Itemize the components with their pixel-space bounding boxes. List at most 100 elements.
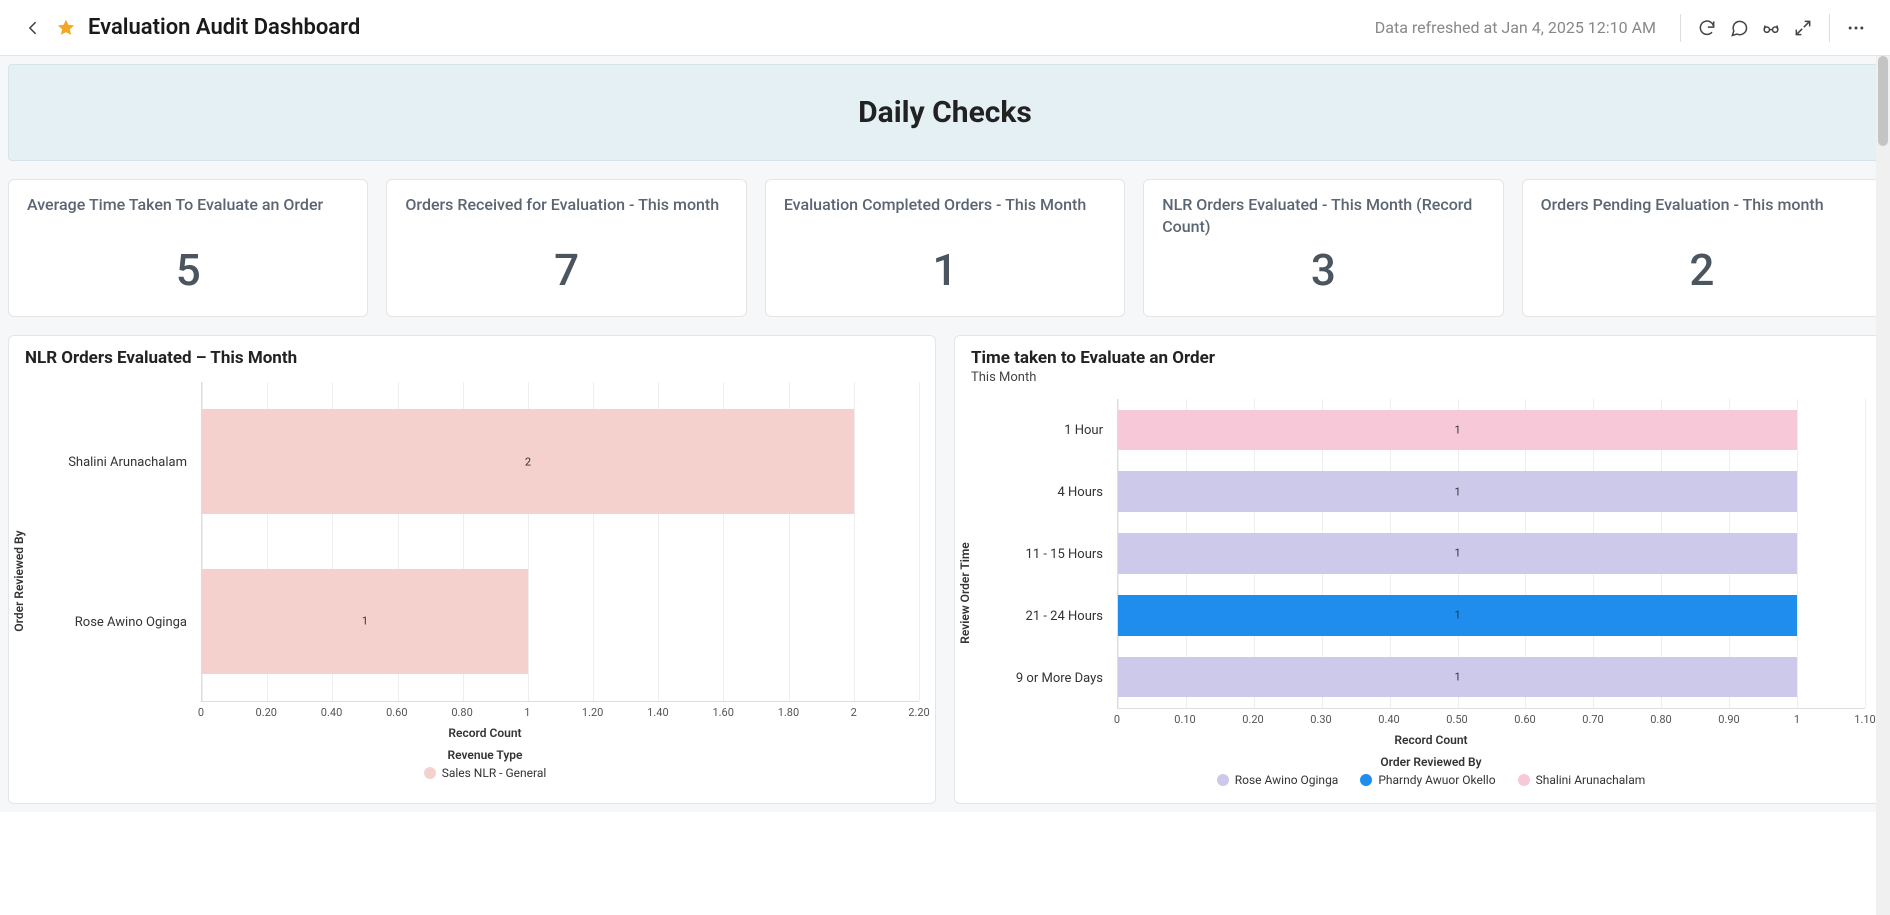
bar[interactable]: 2 [202,409,854,514]
chart-title: NLR Orders Evaluated – This Month [25,348,919,368]
legend-swatch [1518,774,1530,786]
comment-icon [1729,18,1749,38]
data-label: 1 [362,615,368,628]
x-tick-label: 1 [1794,713,1800,726]
data-label: 1 [1454,609,1460,622]
kpi-value: 3 [1162,244,1484,296]
y-axis-label: Order Reviewed By [12,530,26,631]
data-label: 1 [1454,671,1460,684]
legend-swatch [424,767,436,779]
kpi-card[interactable]: Orders Pending Evaluation - This month 2 [1522,179,1882,317]
refresh-button[interactable] [1691,12,1723,44]
plot-area: 21 [201,382,919,702]
y-axis-label: Review Order Time [958,542,972,644]
legend-item[interactable]: Shalini Arunachalam [1518,773,1646,787]
x-tick-label: 0.10 [1174,713,1195,726]
kpi-card[interactable]: NLR Orders Evaluated - This Month (Recor… [1143,179,1503,317]
comment-button[interactable] [1723,12,1755,44]
more-button[interactable] [1840,12,1872,44]
bar[interactable]: 1 [1118,595,1797,636]
page-title: Evaluation Audit Dashboard [88,15,360,40]
charts-row: NLR Orders Evaluated – This Month Order R… [8,335,1882,804]
legend-item[interactable]: Rose Awino Oginga [1217,773,1339,787]
bar[interactable]: 1 [202,569,528,674]
legend-label: Shalini Arunachalam [1536,773,1646,787]
x-tick-label: 1.80 [778,706,799,719]
legend-label: Rose Awino Oginga [1235,773,1339,787]
star-icon [56,18,76,38]
header: Evaluation Audit Dashboard Data refreshe… [0,0,1890,56]
y-tick-label: Shalini Arunachalam [51,382,193,542]
x-tick-label: 1.60 [712,706,733,719]
x-tick-label: 1.10 [1854,713,1875,726]
kpi-label: Average Time Taken To Evaluate an Order [27,194,349,238]
x-tick-label: 0.60 [1514,713,1535,726]
x-tick-label: 0 [1114,713,1120,726]
dots-icon [1846,18,1866,38]
kpi-card[interactable]: Evaluation Completed Orders - This Month… [765,179,1125,317]
kpi-value: 7 [405,244,727,296]
scrollbar[interactable] [1876,56,1890,915]
legend-item[interactable]: Sales NLR - General [424,766,547,780]
x-tick-label: 0.80 [451,706,472,719]
chart-card-nlr[interactable]: NLR Orders Evaluated – This Month Order R… [8,335,936,804]
y-tick-label: 11 - 15 Hours [997,523,1109,585]
x-tick-label: 2.20 [908,706,929,719]
kpi-value: 1 [784,244,1106,296]
y-tick-label: 4 Hours [997,461,1109,523]
bar[interactable]: 1 [1118,657,1797,698]
plot-area: 1 1 1 1 1 [1117,399,1865,709]
banner-title: Daily Checks [9,95,1881,130]
bar[interactable]: 1 [1118,471,1797,512]
chart-subtitle: This Month [971,370,1865,385]
kpi-label: Orders Received for Evaluation - This mo… [405,194,727,238]
scrollbar-thumb[interactable] [1878,56,1888,146]
x-tick-label: 0 [198,706,204,719]
x-tick-label: 0.50 [1446,713,1467,726]
divider [1680,14,1681,42]
x-tick-label: 1 [524,706,530,719]
glasses-icon [1761,18,1781,38]
x-axis-label: Record Count [51,726,919,740]
bar[interactable]: 1 [1118,533,1797,574]
x-tick-label: 0.40 [1378,713,1399,726]
legend-title: Order Reviewed By [997,755,1865,769]
refresh-icon [1697,18,1717,38]
y-tick-label: 21 - 24 Hours [997,585,1109,647]
kpi-card[interactable]: Orders Received for Evaluation - This mo… [386,179,746,317]
legend-label: Sales NLR - General [442,766,547,780]
bar[interactable]: 1 [1118,410,1797,451]
kpi-card[interactable]: Average Time Taken To Evaluate an Order … [8,179,368,317]
chart-title: Time taken to Evaluate an Order [971,348,1865,368]
x-tick-label: 1.40 [647,706,668,719]
x-axis-label: Record Count [997,733,1865,747]
x-tick-label: 0.60 [386,706,407,719]
legend-label: Pharndy Awuor Okello [1378,773,1495,787]
favorite-button[interactable] [50,12,82,44]
x-tick-label: 0.20 [1242,713,1263,726]
kpi-label: Evaluation Completed Orders - This Month [784,194,1106,238]
y-tick-label: Rose Awino Oginga [51,542,193,702]
data-label: 2 [525,455,531,468]
chart-card-time[interactable]: Time taken to Evaluate an Order This Mont… [954,335,1882,804]
x-tick-label: 0.40 [321,706,342,719]
y-tick-label: 1 Hour [997,399,1109,461]
refreshed-at: Data refreshed at Jan 4, 2025 12:10 AM [1375,18,1656,37]
legend-swatch [1360,774,1372,786]
legend-item[interactable]: Pharndy Awuor Okello [1360,773,1495,787]
kpi-label: NLR Orders Evaluated - This Month (Recor… [1162,194,1484,238]
x-tick-label: 1.20 [582,706,603,719]
legend-swatch [1217,774,1229,786]
back-button[interactable] [18,12,50,44]
view-mode-button[interactable] [1755,12,1787,44]
data-label: 1 [1454,547,1460,560]
data-label: 1 [1454,485,1460,498]
expand-button[interactable] [1787,12,1819,44]
legend-title: Revenue Type [51,748,919,762]
x-tick-label: 0.20 [256,706,277,719]
x-tick-label: 0.90 [1718,713,1739,726]
x-tick-label: 0.80 [1650,713,1671,726]
data-label: 1 [1454,423,1460,436]
kpi-value: 2 [1541,244,1863,296]
x-tick-label: 2 [851,706,857,719]
